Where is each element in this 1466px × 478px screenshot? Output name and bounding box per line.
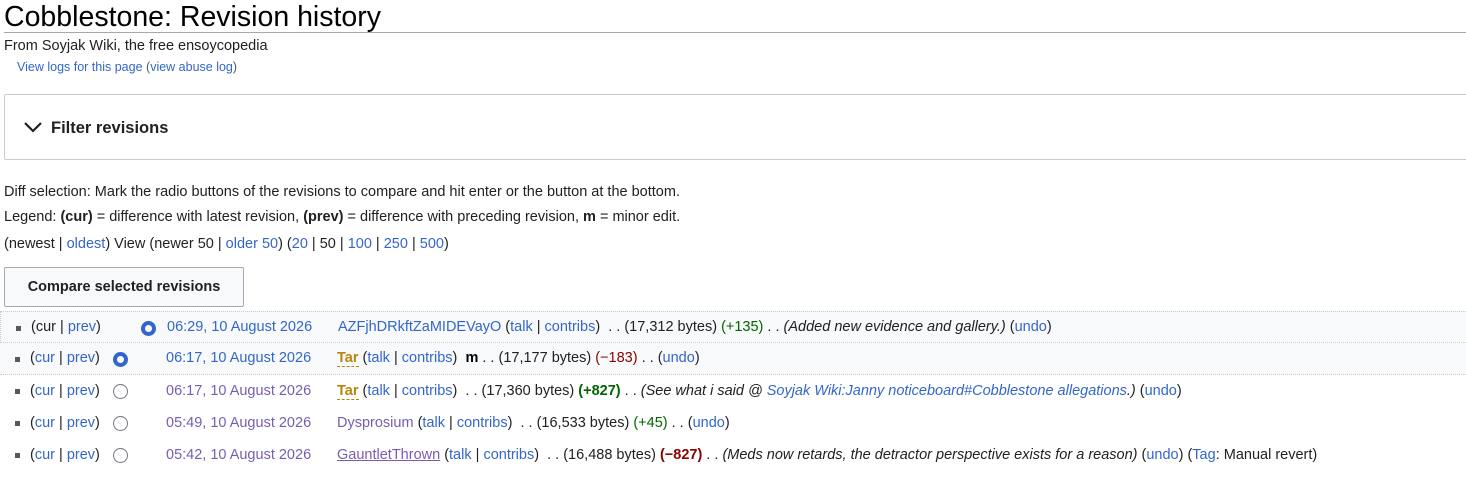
revision-row: (cur | prev) 06:17, 10 August 2026 Tar (… (0, 343, 1466, 375)
revision-size: (16,488 bytes) (563, 447, 656, 463)
size-delta: (+135) (721, 319, 764, 335)
limit-500-link[interactable]: 500 (420, 236, 444, 252)
prev-diff-link[interactable]: prev (67, 447, 95, 463)
user-link[interactable]: GauntletThrown (337, 447, 440, 463)
user-contribs-link[interactable]: contribs (545, 319, 596, 335)
tag-value: Manual revert (1223, 447, 1313, 463)
revision-size: (16,533 bytes) (536, 415, 630, 431)
revision-row: (cur | prev) 06:17, 10 August 2026 Tar (… (0, 375, 1466, 407)
noticeboard-link[interactable]: Soyjak Wiki:Janny noticeboard#Cobbleston… (767, 383, 1127, 399)
revision-list: (cur | prev) 06:29, 10 August 2026 AZFjh… (0, 311, 1466, 471)
log-links: View logs for this page (view abuse log) (17, 60, 238, 74)
revision-size: (17,312 bytes) (624, 319, 718, 335)
user-talk-link[interactable]: talk (422, 415, 445, 431)
title-divider (4, 32, 1466, 33)
limit-100-link[interactable]: 100 (348, 236, 372, 252)
list-bullet (15, 357, 20, 362)
cur-diff-link[interactable]: cur (35, 415, 55, 431)
list-bullet (15, 421, 20, 426)
diff-radio-old[interactable] (141, 321, 156, 336)
prev-diff-link[interactable]: prev (67, 350, 95, 366)
site-tagline: From Soyjak Wiki, the free ensoycopedia (4, 38, 268, 54)
chevron-down-icon (24, 122, 42, 133)
prev-diff-link[interactable]: prev (67, 383, 95, 399)
user-talk-link[interactable]: talk (449, 447, 472, 463)
size-delta: (+827) (578, 383, 621, 399)
list-bullet (15, 453, 20, 458)
page: Cobblestone: Revision history From Soyja… (0, 0, 1466, 478)
older-50-link[interactable]: older 50 (226, 236, 278, 252)
prev-diff-link[interactable]: prev (68, 319, 96, 335)
revision-date-link[interactable]: 05:42, 10 August 2026 (166, 447, 311, 463)
view-logs-link[interactable]: View logs for this page (17, 60, 143, 74)
minor-edit-flag: m (465, 350, 479, 366)
oldest-link[interactable]: oldest (67, 236, 106, 252)
revision-row: (cur | prev) 05:42, 10 August 2026 Gaunt… (0, 439, 1466, 471)
view-abuse-log-link[interactable]: view abuse log (150, 60, 233, 74)
edit-summary: (See what i said @ Soyjak Wiki:Janny not… (640, 383, 1136, 399)
user-contribs-link[interactable]: contribs (457, 415, 508, 431)
undo-link[interactable]: undo (693, 415, 725, 431)
user-contribs-link[interactable]: contribs (483, 447, 534, 463)
undo-link[interactable]: undo (1145, 383, 1177, 399)
edit-summary: (Meds now retards, the detractor perspec… (722, 447, 1138, 463)
undo-link[interactable]: undo (663, 350, 695, 366)
revision-date-link[interactable]: 06:17, 10 August 2026 (166, 383, 311, 399)
tag-link[interactable]: Tag (1192, 447, 1215, 463)
user-talk-link[interactable]: talk (510, 319, 533, 335)
size-delta: (+45) (633, 415, 668, 431)
diff-selection-help: Diff selection: Mark the radio buttons o… (4, 180, 680, 230)
revision-row: (cur | prev) 06:29, 10 August 2026 AZFjh… (0, 311, 1466, 343)
size-delta: (−183) (595, 350, 638, 366)
filter-revisions-label: Filter revisions (51, 119, 169, 137)
diff-radio-new[interactable] (113, 416, 128, 431)
revision-date-link[interactable]: 06:29, 10 August 2026 (167, 319, 312, 335)
diff-radio-new[interactable] (113, 448, 128, 463)
edit-summary: (Added new evidence and gallery.) (783, 319, 1006, 335)
list-bullet (16, 326, 21, 331)
compare-selected-revisions-button[interactable]: Compare selected revisions (4, 267, 244, 307)
user-contribs-link[interactable]: contribs (402, 350, 453, 366)
limit-20-link[interactable]: 20 (292, 236, 308, 252)
user-link[interactable]: Dysprosium (337, 415, 414, 431)
revision-row: (cur | prev) 05:49, 10 August 2026 Dyspr… (0, 407, 1466, 439)
limit-250-link[interactable]: 250 (384, 236, 408, 252)
user-link[interactable]: Tar (337, 350, 359, 367)
page-title: Cobblestone: Revision history (4, 1, 382, 33)
diff-radio-new[interactable] (113, 384, 128, 399)
undo-link[interactable]: undo (1015, 319, 1047, 335)
user-link[interactable]: Tar (337, 383, 359, 400)
user-link[interactable]: AZFjhDRkftZaMIDEVayO (338, 319, 501, 335)
cur-diff-link[interactable]: cur (35, 383, 55, 399)
user-contribs-link[interactable]: contribs (402, 383, 453, 399)
list-bullet (15, 389, 20, 394)
revision-date-link[interactable]: 05:49, 10 August 2026 (166, 415, 311, 431)
size-delta: (−827) (659, 447, 703, 463)
undo-link[interactable]: undo (1146, 447, 1178, 463)
user-talk-link[interactable]: talk (367, 350, 390, 366)
cur-diff-link[interactable]: cur (35, 447, 55, 463)
revision-size: (17,360 bytes) (481, 383, 575, 399)
revision-date-link[interactable]: 06:17, 10 August 2026 (166, 350, 311, 366)
prev-diff-link[interactable]: prev (67, 415, 95, 431)
user-talk-link[interactable]: talk (367, 383, 390, 399)
filter-revisions-panel[interactable]: Filter revisions (4, 94, 1466, 160)
diff-selection-text: Diff selection: Mark the radio buttons o… (4, 184, 680, 200)
revision-size: (17,177 bytes) (498, 350, 592, 366)
cur-diff-link[interactable]: cur (35, 350, 55, 366)
legend: Legend: (cur) = difference with latest r… (4, 209, 681, 225)
diff-radio-new[interactable] (113, 352, 128, 367)
pagination-nav: (newest | oldest) View (newer 50 | older… (4, 236, 449, 252)
